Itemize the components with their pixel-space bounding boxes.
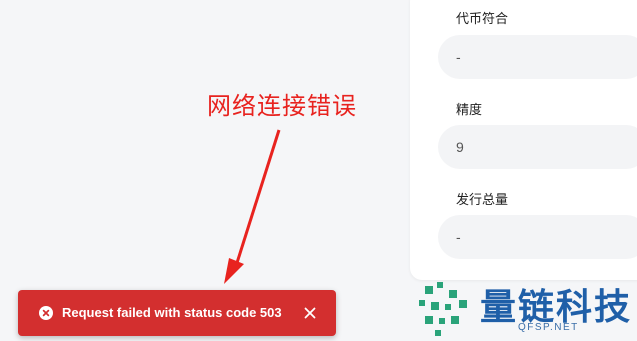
toast-message: Request failed with status code 503 (62, 305, 282, 320)
error-toast: Request failed with status code 503 (18, 290, 336, 336)
watermark-sub: QFSP.NET (518, 322, 579, 333)
error-circle-icon (39, 306, 53, 320)
close-icon[interactable] (303, 306, 317, 320)
